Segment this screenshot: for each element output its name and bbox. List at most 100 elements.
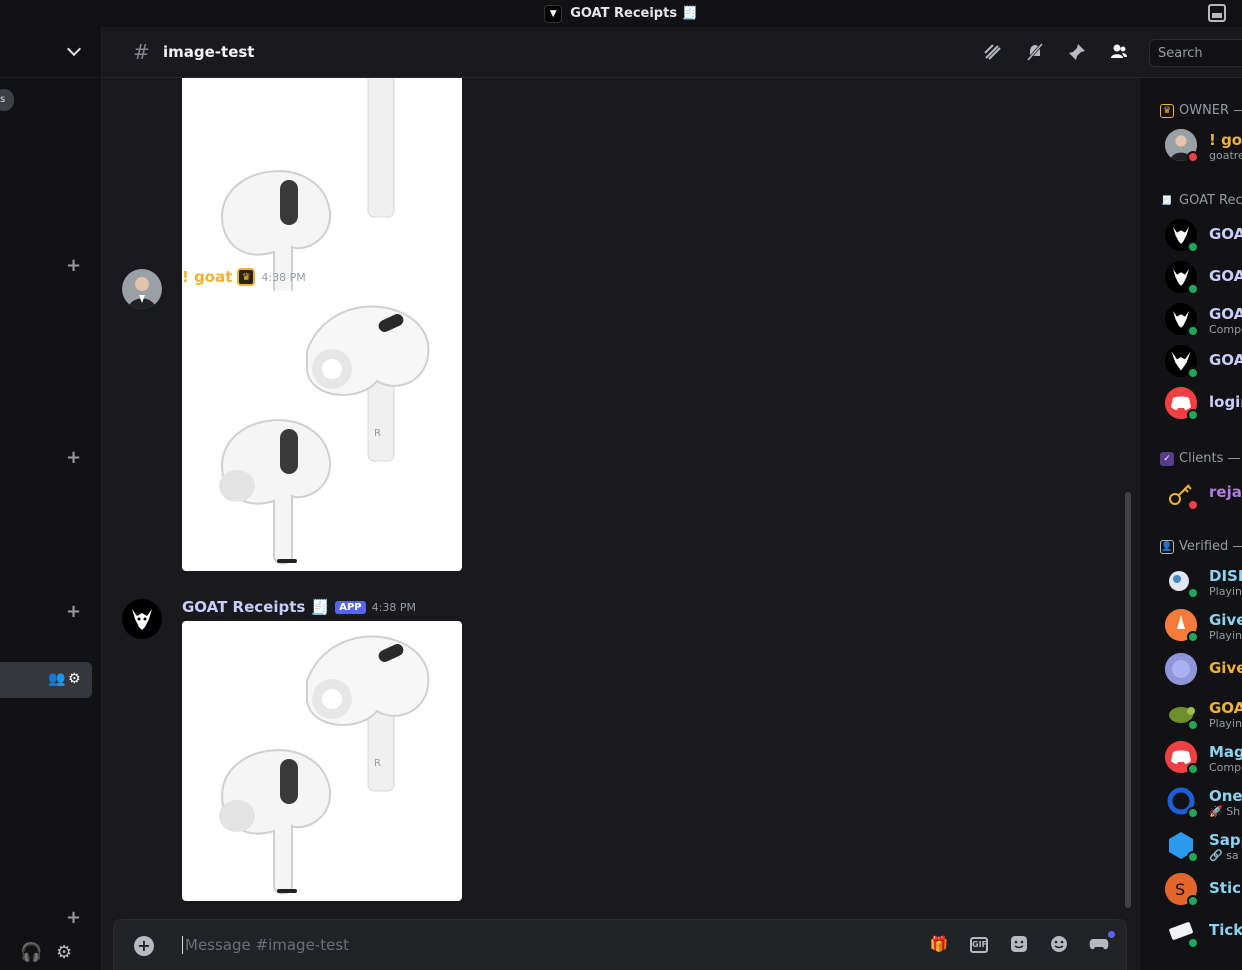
member-subtext: Compe — [1209, 761, 1242, 774]
receipt-icon: 🧾 — [1161, 195, 1173, 206]
add-channel-icon[interactable]: + — [66, 255, 81, 276]
member-name: DISB — [1209, 567, 1242, 585]
member-item[interactable]: S Stick — [1165, 869, 1242, 909]
user-panel: 🎧 ⚙ — [0, 940, 100, 970]
member-item[interactable]: Ticke — [1165, 911, 1242, 951]
channel-hash-icon: # — [133, 40, 150, 64]
pin-icon[interactable] — [1066, 42, 1088, 62]
avatar[interactable] — [122, 269, 162, 309]
member-list: ♛ OWNER — ! goat goatre 🧾 GOAT Rece GOAT G… — [1139, 78, 1242, 970]
window-title: GOAT Receipts 🧾 — [570, 6, 698, 21]
dnd-status-icon — [1187, 151, 1199, 163]
inbox-icon[interactable] — [1208, 4, 1226, 22]
member-item[interactable]: GOAT — [1165, 215, 1242, 255]
svg-text:S: S — [1175, 880, 1185, 899]
mute-bell-icon[interactable] — [1024, 42, 1046, 62]
gift-icon[interactable]: 🎁 — [929, 935, 949, 955]
server-pill[interactable]: s — [0, 89, 14, 111]
member-subtext: 🔗 sa — [1209, 849, 1239, 862]
emoji-icon[interactable] — [1049, 935, 1069, 955]
invite-member-icon[interactable]: 👥 — [48, 671, 65, 687]
member-name: Stick — [1209, 879, 1242, 897]
member-name: GOAT — [1209, 699, 1242, 717]
author-name[interactable]: ! goat — [182, 268, 232, 286]
timestamp: 4:38 PM — [371, 600, 416, 614]
airpods-image[interactable]: R — [182, 621, 462, 901]
avatar — [1165, 653, 1197, 685]
member-item[interactable]: OneE 🚀 Sh — [1165, 781, 1242, 821]
member-name: GOAT — [1209, 225, 1242, 243]
window-titlebar: ▼ GOAT Receipts 🧾 — [0, 0, 1242, 27]
scrollbar-thumb[interactable] — [1125, 492, 1131, 908]
member-group-header: ✓ Clients — 1 — [1160, 451, 1242, 466]
sidebar-item-image-test[interactable]: 👥 ⚙ — [0, 662, 92, 698]
member-item[interactable]: Givea Playin — [1165, 605, 1242, 645]
add-channel-icon[interactable]: + — [66, 447, 81, 468]
online-status-icon — [1187, 631, 1199, 643]
message-list: ! goat ♛ 4:38 PM R GOAT Receipts 🧾 APP 4… — [103, 78, 1138, 918]
svg-text:R: R — [374, 758, 381, 769]
timestamp: 4:38 PM — [261, 270, 306, 284]
online-status-icon — [1187, 587, 1199, 599]
scrollbar[interactable] — [1125, 492, 1131, 908]
online-status-icon — [1187, 283, 1199, 295]
group-label: Clients — 1 — [1179, 451, 1242, 466]
airpods-image[interactable]: R — [182, 291, 462, 571]
member-subtext: Playin — [1209, 629, 1242, 642]
gear-icon[interactable]: ⚙ — [56, 942, 72, 963]
member-name: OneE — [1209, 787, 1242, 805]
member-item[interactable]: Givea — [1165, 649, 1242, 689]
group-label: Verified — — [1179, 539, 1242, 554]
online-status-icon — [1187, 895, 1199, 907]
search-input[interactable]: Search — [1149, 39, 1242, 67]
member-item[interactable]: Sapp 🔗 sa — [1165, 825, 1242, 865]
member-name: Givea — [1209, 659, 1242, 677]
online-status-icon — [1187, 937, 1199, 949]
online-status-icon — [1187, 241, 1199, 253]
group-label: OWNER — — [1179, 103, 1242, 118]
member-item[interactable]: DISB Playin — [1165, 561, 1242, 601]
gear-icon[interactable]: ⚙ — [68, 671, 81, 687]
member-group-header: 👤 Verified — — [1160, 539, 1242, 554]
member-name: GOAT — [1209, 267, 1242, 285]
channel-sidebar: s + + + 👥 ⚙ + 🎧 ⚙ — [0, 27, 102, 970]
notification-dot — [1108, 931, 1115, 938]
headphones-icon[interactable]: 🎧 — [20, 942, 42, 963]
member-item[interactable]: GOAT Compe — [1165, 299, 1242, 339]
gif-button[interactable]: GIF — [970, 937, 988, 953]
member-name: GOAT — [1209, 351, 1242, 369]
member-subtext: Compe — [1209, 323, 1242, 336]
author-name[interactable]: GOAT Receipts 🧾 — [182, 598, 329, 616]
chevron-down-icon[interactable] — [66, 41, 82, 57]
member-name: GOAT — [1209, 305, 1242, 323]
member-name: ! goat — [1209, 131, 1242, 149]
online-status-icon — [1187, 719, 1199, 731]
member-item[interactable]: GOAT Playin — [1165, 693, 1242, 733]
member-list-icon[interactable] — [1108, 42, 1130, 62]
crown-icon: ♛ — [237, 268, 256, 286]
server-header[interactable] — [0, 27, 101, 78]
avatar[interactable] — [122, 599, 162, 639]
online-status-icon — [1187, 325, 1199, 337]
member-item[interactable]: Magi Compe — [1165, 737, 1242, 777]
add-attachment-button[interactable]: + — [134, 936, 154, 956]
member-item[interactable]: GOAT — [1165, 341, 1242, 381]
add-channel-icon[interactable]: + — [66, 907, 81, 928]
sticker-icon[interactable] — [1009, 935, 1029, 955]
add-channel-icon[interactable]: + — [66, 601, 81, 622]
crown-icon: ♛ — [1160, 103, 1174, 118]
member-subtext: Playin — [1209, 717, 1242, 730]
member-item[interactable]: rejan — [1165, 473, 1242, 513]
channel-name: image-test — [163, 43, 255, 61]
activities-gamepad-icon[interactable] — [1089, 935, 1109, 955]
message-composer: + Message #image-test 🎁 GIF — [113, 919, 1127, 970]
threads-icon[interactable] — [982, 42, 1004, 62]
message-header: ! goat ♛ 4:38 PM — [182, 268, 306, 286]
member-item[interactable]: login — [1165, 383, 1242, 423]
online-status-icon — [1187, 409, 1199, 421]
member-name: Sapp — [1209, 831, 1242, 849]
member-item[interactable]: ! goat goatre — [1165, 125, 1242, 165]
member-item[interactable]: GOAT — [1165, 257, 1242, 297]
message-input[interactable]: Message #image-test — [182, 936, 349, 954]
member-group-header: 🧾 GOAT Rece — [1160, 193, 1242, 208]
